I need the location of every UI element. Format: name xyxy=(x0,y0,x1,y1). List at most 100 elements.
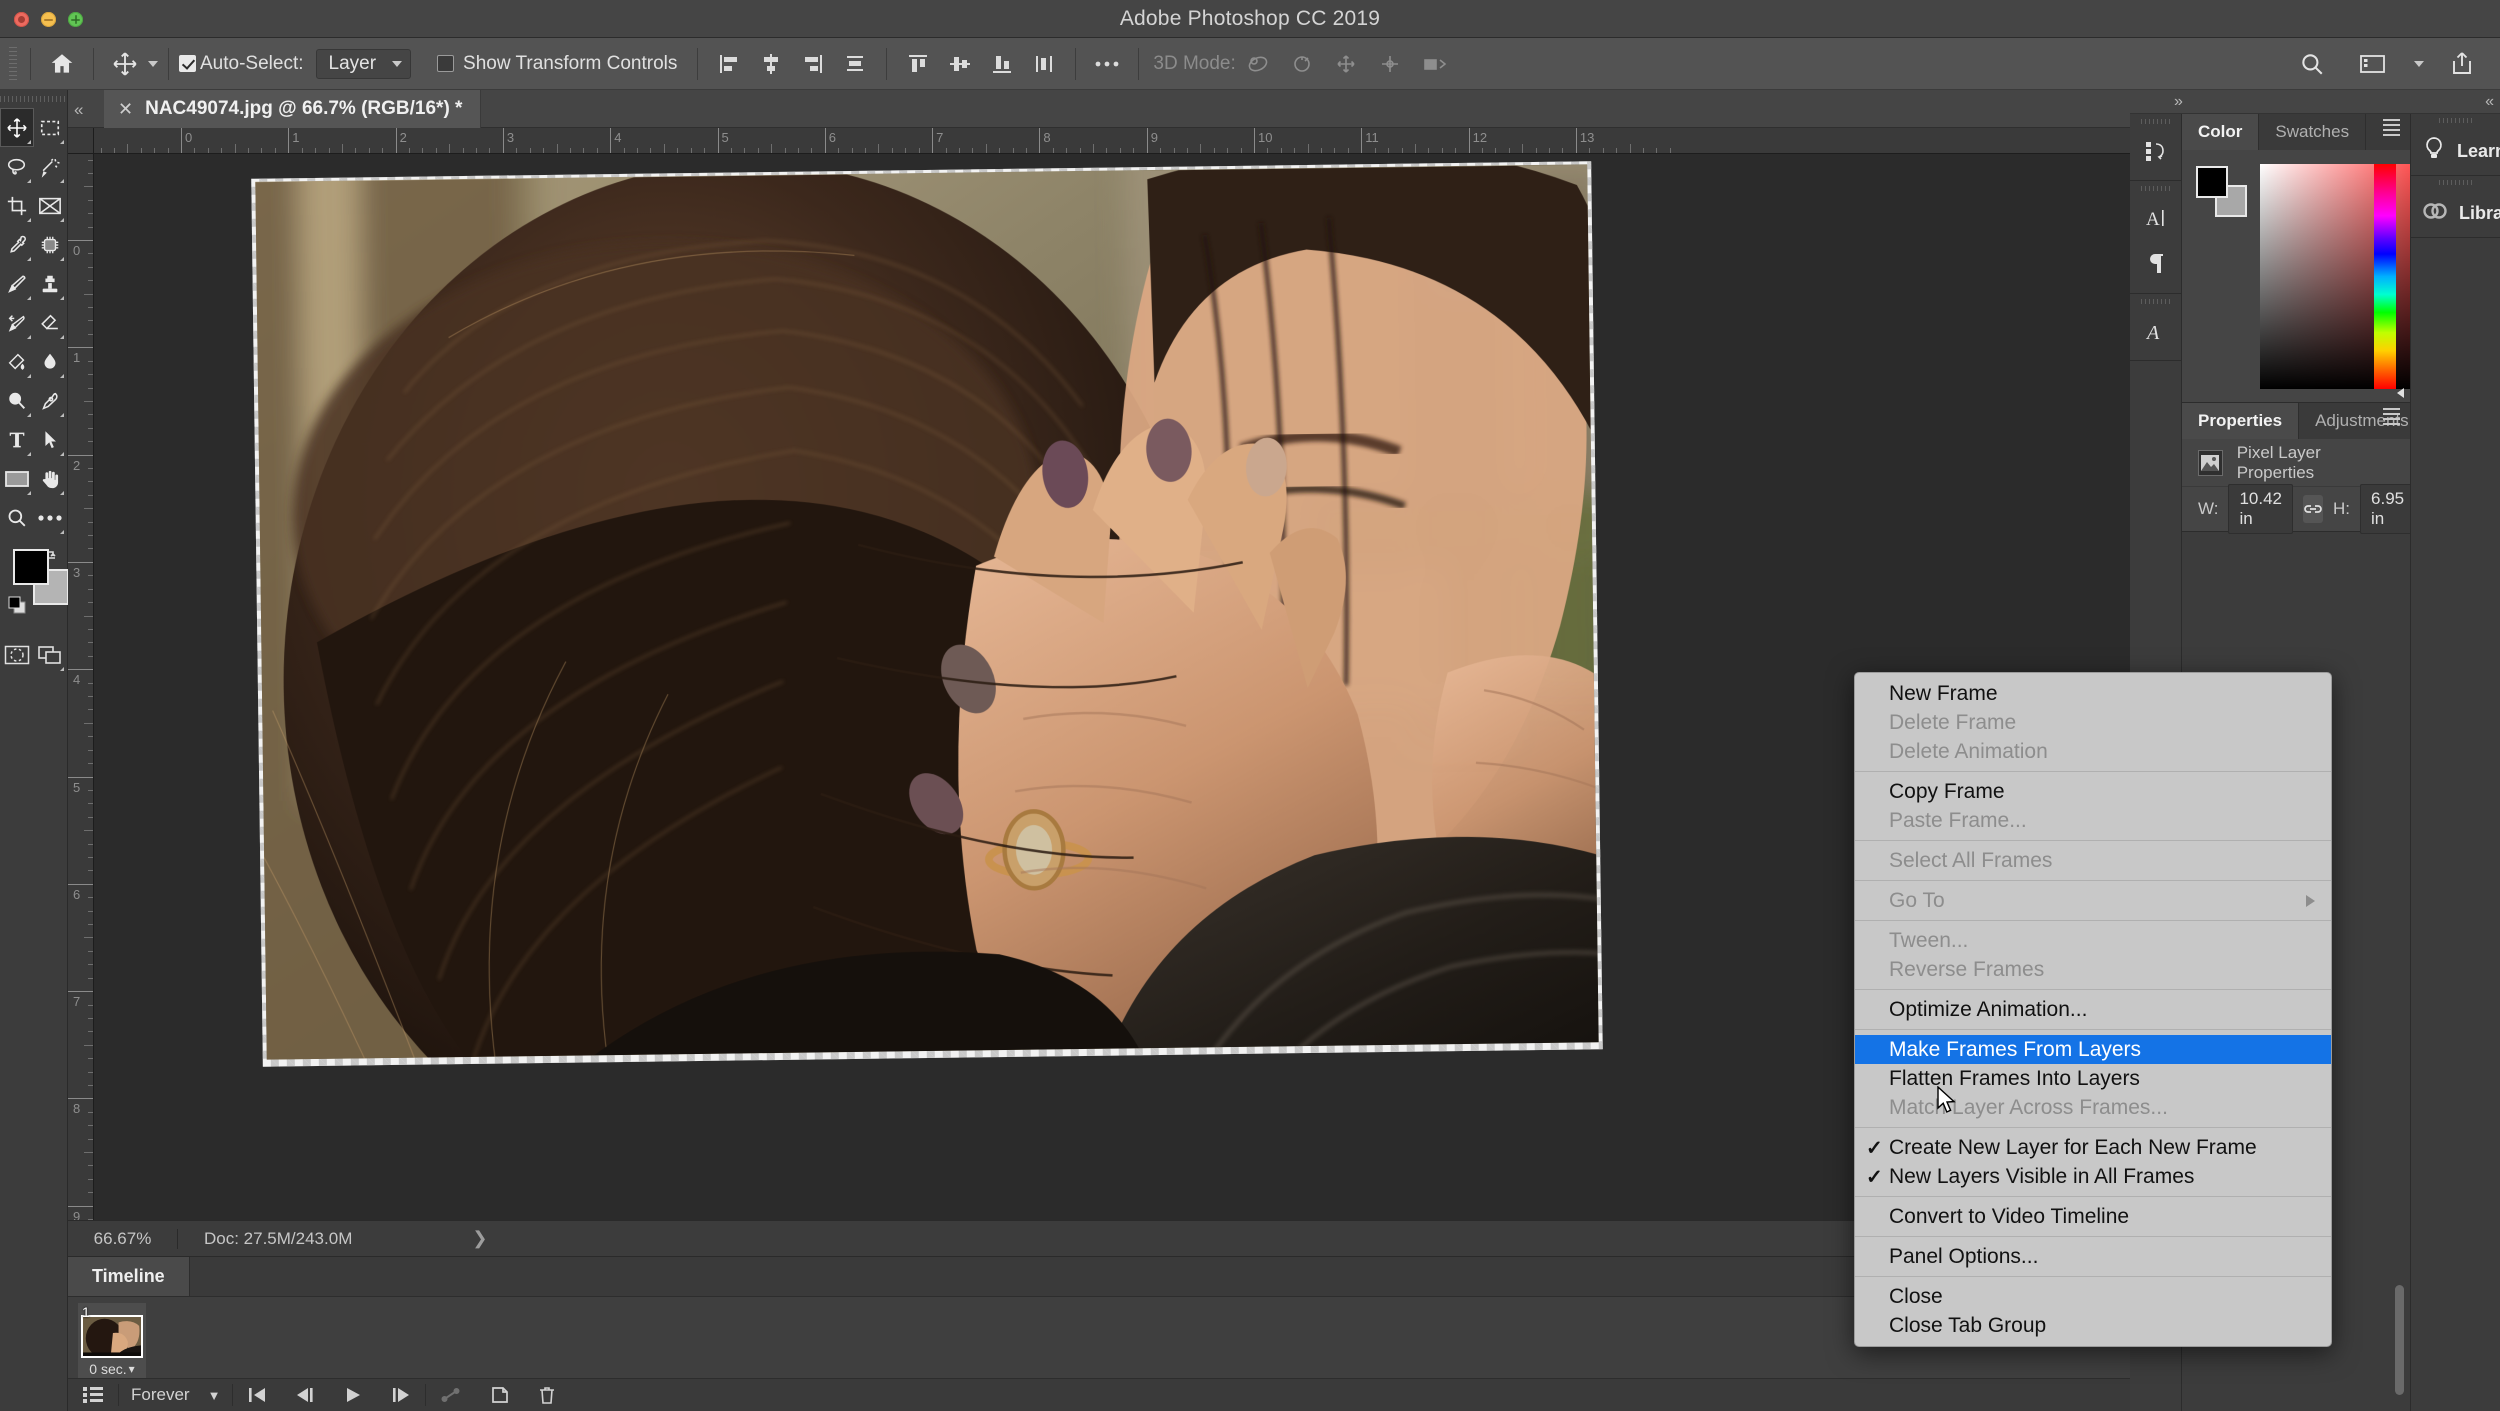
frame-item[interactable]: 1 0 sec. ▾ xyxy=(78,1303,146,1379)
hue-slider[interactable] xyxy=(2374,164,2396,389)
tab-color[interactable]: Color xyxy=(2182,114,2260,150)
paragraph-panel-icon[interactable] xyxy=(2130,241,2181,287)
panel-grip[interactable] xyxy=(2411,114,2500,127)
rail-grip[interactable] xyxy=(2130,114,2181,128)
tab-adjustments[interactable]: Adjustments xyxy=(2299,403,2426,439)
align-left-edges-icon[interactable] xyxy=(708,44,750,84)
menu-item-panel-options[interactable]: Panel Options... xyxy=(1855,1242,2331,1271)
default-colors-icon[interactable] xyxy=(6,594,28,621)
timeline-panel-context-menu[interactable]: New Frame Delete Frame Delete Animation Cop… xyxy=(1854,672,2332,1347)
rail-grip[interactable] xyxy=(2130,181,2181,195)
crop-tool[interactable] xyxy=(0,186,34,225)
chevron-right-icon[interactable]: ❯ xyxy=(472,1228,487,1249)
menu-item-close-tab-group[interactable]: Close Tab Group xyxy=(1855,1311,2331,1340)
gradient-tool[interactable] xyxy=(0,342,34,381)
tool-preset-chevron-down-icon[interactable] xyxy=(148,60,158,67)
align-vertical-centers-icon[interactable] xyxy=(939,44,981,84)
menu-item-make-frames-from-layers[interactable]: Make Frames From Layers xyxy=(1855,1035,2331,1064)
zoom-tool[interactable] xyxy=(0,498,34,537)
align-horizontal-centers-icon[interactable] xyxy=(750,44,792,84)
menu-item-flatten-frames-into-layers[interactable]: Flatten Frames Into Layers xyxy=(1855,1064,2331,1093)
tools-panel-grip[interactable] xyxy=(0,90,67,108)
rectangle-tool[interactable] xyxy=(0,459,34,498)
menu-item-copy-frame[interactable]: Copy Frame xyxy=(1855,777,2331,806)
width-field[interactable]: 10.42 in xyxy=(2228,484,2294,534)
panel-menu-icon[interactable] xyxy=(2383,413,2400,415)
learn-panel-button[interactable]: Learn xyxy=(2411,114,2500,176)
menu-item-convert-to-video-timeline[interactable]: Convert to Video Timeline xyxy=(1855,1202,2331,1231)
libraries-panel-button[interactable]: Libraries xyxy=(2411,176,2500,238)
menu-item-new-frame[interactable]: New Frame xyxy=(1855,679,2331,708)
workspace-chevron-down-icon[interactable] xyxy=(2414,60,2424,67)
hue-slider-handle[interactable] xyxy=(2397,388,2404,398)
show-transform-controls-checkbox[interactable] xyxy=(437,55,455,72)
character-panel-icon[interactable]: A xyxy=(2130,195,2181,241)
horizontal-ruler[interactable]: 1012345678910111213 xyxy=(68,128,2130,154)
document-tab[interactable]: ✕ NAC49074.jpg @ 66.7% (RGB/16*) * xyxy=(104,90,482,128)
brush-tool[interactable] xyxy=(0,264,34,303)
height-field[interactable]: 6.95 in xyxy=(2360,484,2416,534)
tab-swatches[interactable]: Swatches xyxy=(2259,114,2367,150)
history-brush-tool[interactable] xyxy=(0,303,34,342)
foreground-color-swatch[interactable] xyxy=(13,549,49,585)
menu-item-new-layers-visible-in-all-frames[interactable]: New Layers Visible in All Frames xyxy=(1855,1162,2331,1191)
edit-toolbar-tool[interactable] xyxy=(34,498,68,537)
move-tool-icon[interactable] xyxy=(104,44,146,84)
spot-healing-brush-tool[interactable] xyxy=(34,225,68,264)
glyphs-panel-icon[interactable]: A xyxy=(2130,308,2181,354)
select-first-frame-button[interactable] xyxy=(233,1379,281,1411)
canvas-image[interactable] xyxy=(255,164,1599,1060)
hand-tool[interactable] xyxy=(34,459,68,498)
distribute-vertically-icon[interactable] xyxy=(1023,44,1065,84)
panel-grip[interactable] xyxy=(2411,176,2500,189)
align-bottom-edges-icon[interactable] xyxy=(981,44,1023,84)
canvas-viewport[interactable] xyxy=(95,155,2130,1220)
clone-stamp-tool[interactable] xyxy=(34,264,68,303)
collapse-panels-icon[interactable]: « xyxy=(74,100,83,120)
zoom-level[interactable]: 66.67% xyxy=(68,1228,178,1249)
more-options-icon[interactable] xyxy=(1086,44,1128,84)
share-icon[interactable] xyxy=(2442,44,2482,84)
select-next-frame-button[interactable] xyxy=(377,1379,425,1411)
menu-item-close[interactable]: Close xyxy=(1855,1282,2331,1311)
type-tool[interactable] xyxy=(0,420,34,459)
foreground-color-swatch[interactable] xyxy=(2196,166,2228,198)
blur-tool[interactable] xyxy=(34,342,68,381)
search-icon[interactable] xyxy=(2291,44,2333,84)
dodge-tool[interactable] xyxy=(0,381,34,420)
convert-to-video-timeline-icon[interactable] xyxy=(68,1379,118,1411)
delete-frame-button[interactable] xyxy=(524,1379,570,1411)
distribute-horizontally-icon[interactable] xyxy=(834,44,876,84)
eyedropper-tool[interactable] xyxy=(0,225,34,264)
rectangular-marquee-tool[interactable] xyxy=(34,108,68,147)
align-right-edges-icon[interactable] xyxy=(792,44,834,84)
rail-grip[interactable] xyxy=(2130,294,2181,308)
auto-select-checkbox[interactable] xyxy=(179,55,196,72)
auto-select-dropdown[interactable]: Layer xyxy=(315,48,412,79)
tab-timeline[interactable]: Timeline xyxy=(68,1257,190,1296)
path-selection-tool[interactable] xyxy=(34,420,68,459)
pen-tool[interactable] xyxy=(34,381,68,420)
options-bar-grip[interactable] xyxy=(6,46,20,81)
menu-item-create-new-layer-for-each-new-frame[interactable]: Create New Layer for Each New Frame xyxy=(1855,1133,2331,1162)
screen-mode-icon[interactable] xyxy=(34,635,68,674)
move-tool[interactable] xyxy=(0,108,34,147)
tab-properties[interactable]: Properties xyxy=(2182,403,2300,439)
menu-item-optimize-animation[interactable]: Optimize Animation... xyxy=(1855,995,2331,1024)
ruler-origin[interactable] xyxy=(68,128,94,154)
lasso-tool[interactable] xyxy=(0,147,34,186)
panel-scrollbar[interactable] xyxy=(2395,1285,2404,1395)
align-top-edges-icon[interactable] xyxy=(897,44,939,84)
workspace-icon[interactable] xyxy=(2351,44,2394,84)
play-animation-button[interactable] xyxy=(329,1379,377,1411)
link-dimensions-icon[interactable] xyxy=(2303,495,2324,523)
panel-menu-icon[interactable] xyxy=(2383,124,2400,126)
vertical-ruler[interactable]: 0 1 2 3 4 5 6 7 8 9 xyxy=(68,154,94,1220)
duplicate-frame-button[interactable] xyxy=(476,1379,524,1411)
frame-duration[interactable]: 0 sec. ▾ xyxy=(89,1361,134,1377)
select-previous-frame-button[interactable] xyxy=(281,1379,329,1411)
close-icon[interactable]: ✕ xyxy=(118,100,133,118)
quick-mask-icon[interactable] xyxy=(0,635,34,674)
object-selection-tool[interactable] xyxy=(34,147,68,186)
looping-options-dropdown[interactable]: Forever ▼ xyxy=(119,1385,232,1405)
